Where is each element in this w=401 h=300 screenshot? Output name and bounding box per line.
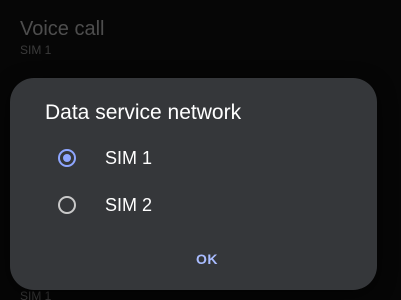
ok-button[interactable]: OK — [180, 245, 234, 273]
option-sim-1[interactable]: SIM 1 — [58, 143, 358, 173]
dialog-title: Data service network — [45, 101, 242, 124]
radio-selected-icon[interactable] — [58, 149, 76, 167]
radio-unselected-icon[interactable] — [58, 196, 76, 214]
option-sim-2-label: SIM 2 — [105, 195, 153, 215]
option-sim-1-label: SIM 1 — [105, 148, 153, 168]
option-sim-2[interactable]: SIM 2 — [58, 190, 358, 220]
screen: Voice call SIM 1 S SI D SI Pr SIM 1 Data… — [0, 0, 401, 300]
